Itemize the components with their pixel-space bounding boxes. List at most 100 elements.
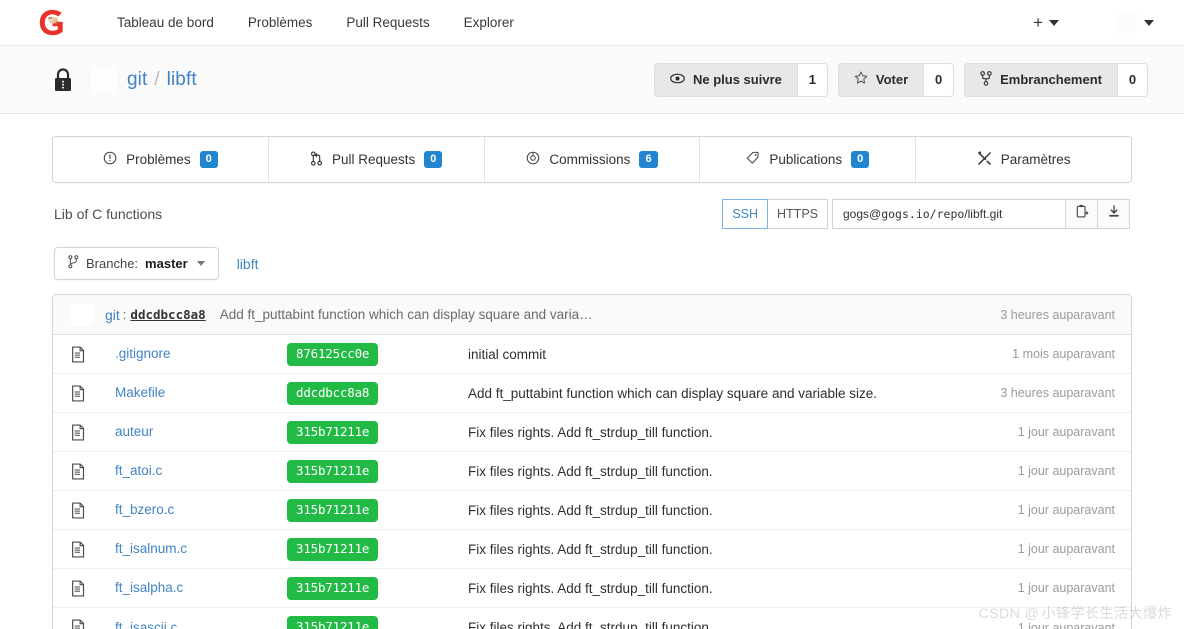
file-sha-cell: ddcdbcc8a8 (287, 381, 468, 405)
file-commit-message: initial commit (468, 346, 547, 362)
file-name-cell: ft_bzero.c (115, 501, 287, 519)
file-icon (71, 579, 115, 597)
file-link[interactable]: .gitignore (115, 346, 171, 361)
commit-sha-badge[interactable]: ddcdbcc8a8 (287, 381, 379, 405)
fork-button[interactable]: Embranchement (965, 63, 1117, 96)
table-row[interactable]: .gitignore 876125cc0e initial commit 1 m… (53, 335, 1131, 374)
repo-owner-link[interactable]: git (127, 69, 147, 91)
nav-link-explore[interactable]: Explorer (447, 0, 531, 46)
table-row[interactable]: ft_isalnum.c 315b71211e Fix files rights… (53, 530, 1131, 569)
nav-link-issues[interactable]: Problèmes (231, 0, 330, 46)
clone-url-input[interactable]: gogs@ gogs.io/repo/libft.git (832, 199, 1066, 229)
file-commit-time: 1 jour auparavant (1017, 542, 1115, 556)
commit-sha-badge[interactable]: 876125cc0e (287, 342, 379, 366)
tab-issues[interactable]: Problèmes 0 (53, 137, 269, 182)
file-link[interactable]: ft_isalnum.c (115, 541, 187, 556)
file-link[interactable]: Makefile (115, 385, 165, 400)
clone-https-button[interactable]: HTTPS (768, 199, 828, 229)
clone-ssh-button[interactable]: SSH (722, 199, 769, 229)
commit-sha-badge[interactable]: 315b71211e (287, 537, 379, 561)
file-link[interactable]: ft_isalpha.c (115, 580, 183, 595)
user-menu[interactable] (1107, 13, 1164, 33)
branch-selector[interactable]: Branche: master (54, 247, 219, 280)
file-link[interactable]: ft_atoi.c (115, 463, 162, 478)
branch-prefix: Branche: (86, 256, 139, 271)
commit-sha-badge[interactable]: 315b71211e (287, 498, 379, 522)
watch-button[interactable]: Ne plus suivre (654, 63, 797, 96)
watch-button-group[interactable]: Ne plus suivre 1 (653, 62, 828, 97)
commit-sha-link[interactable]: ddcdbcc8a8 (130, 307, 205, 322)
file-commit-message: Add ft_puttabint function which can disp… (468, 385, 878, 401)
commit-sha-badge[interactable]: 315b71211e (287, 459, 379, 483)
avatar (71, 303, 93, 326)
file-link[interactable]: ft_isascii.c (115, 620, 177, 629)
repo-name-link[interactable]: libft (167, 69, 197, 91)
table-row[interactable]: ft_atoi.c 315b71211e Fix files rights. A… (53, 452, 1131, 491)
table-row[interactable]: ft_isalpha.c 315b71211e Fix files rights… (53, 569, 1131, 608)
commit-time: 3 heures auparavant (1000, 307, 1115, 322)
fork-button-group[interactable]: Embranchement 0 (964, 62, 1148, 97)
tab-issues-badge: 0 (199, 151, 218, 168)
table-row[interactable]: auteur 315b71211e Fix files rights. Add … (53, 413, 1131, 452)
file-commit-time: 1 jour auparavant (1017, 581, 1115, 595)
branch-row: Branche: master libft (52, 243, 1132, 294)
commit-sha-badge[interactable]: 315b71211e (287, 616, 379, 629)
file-commit-message: Fix files rights. Add ft_strdup_till fun… (468, 424, 713, 440)
file-icon (71, 462, 115, 480)
commit-sha-badge[interactable]: 315b71211e (287, 420, 379, 444)
table-row[interactable]: ft_isascii.c 315b71211e Fix files rights… (53, 608, 1131, 629)
commit-sha-badge[interactable]: 315b71211e (287, 576, 379, 600)
download-button[interactable] (1098, 199, 1130, 229)
owner-avatar (90, 65, 118, 94)
table-row[interactable]: Makefile ddcdbcc8a8 Add ft_puttabint fun… (53, 374, 1131, 413)
clone-url-host: gogs.io/repo (881, 207, 965, 221)
commit-colon: : (122, 307, 127, 322)
file-link[interactable]: auteur (115, 424, 153, 439)
tab-pull-requests[interactable]: Pull Requests 0 (268, 137, 485, 182)
nav-link-dashboard[interactable]: Tableau de bord (100, 0, 231, 46)
tab-commits[interactable]: Commissions 6 (484, 137, 701, 182)
branch-icon (68, 255, 79, 272)
tab-pull-requests-label: Pull Requests (331, 152, 416, 167)
file-name-cell: auteur (115, 423, 287, 441)
commit-author-link[interactable]: git (105, 307, 120, 323)
file-commit-time: 1 mois auparavant (1012, 347, 1115, 361)
repo-actions: Ne plus suivre 1 Voter 0 Embranchement 0 (653, 62, 1148, 97)
tab-settings[interactable]: Paramètres (916, 137, 1131, 182)
repo-tabs: Problèmes 0 Pull Requests 0 Commissions … (52, 136, 1132, 183)
star-button-group[interactable]: Voter 0 (837, 62, 955, 97)
create-new-menu[interactable]: + (1025, 13, 1067, 33)
eye-icon (670, 72, 685, 87)
file-icon (71, 540, 115, 558)
fork-icon (980, 70, 992, 89)
git-pull-request-icon (310, 150, 323, 169)
file-commit-message: Fix files rights. Add ft_strdup_till fun… (468, 502, 713, 518)
clone-url-user: gogs@ (843, 207, 882, 221)
file-icon (71, 423, 115, 441)
file-sha-cell: 315b71211e (287, 420, 468, 444)
file-commit-time: 1 jour auparavant (1017, 503, 1115, 517)
file-name-cell: .gitignore (115, 345, 287, 363)
file-commit-time: 1 jour auparavant (1017, 425, 1115, 439)
clone-url-path: /libft.git (964, 207, 1003, 221)
star-button[interactable]: Voter (838, 63, 924, 96)
breadcrumb[interactable]: libft (237, 256, 259, 272)
file-commit-time: 3 heures auparavant (1000, 386, 1115, 400)
fork-count: 0 (1117, 63, 1147, 96)
nav-link-pull-requests[interactable]: Pull Requests (329, 0, 446, 46)
repo-separator: / (154, 68, 160, 90)
file-commit-time: 1 jour auparavant (1017, 464, 1115, 478)
commit-message: Add ft_puttabint function which can disp… (219, 307, 593, 322)
main-content: Problèmes 0 Pull Requests 0 Commissions … (0, 114, 1184, 629)
tab-releases[interactable]: Publications 0 (700, 137, 917, 182)
top-navbar: Tableau de bord Problèmes Pull Requests … (0, 0, 1184, 46)
tab-commits-label: Commissions (549, 152, 631, 167)
tab-pull-requests-badge: 0 (424, 151, 443, 168)
table-row[interactable]: ft_bzero.c 315b71211e Fix files rights. … (53, 491, 1131, 530)
lock-icon (52, 67, 74, 93)
file-icon (71, 384, 115, 402)
file-link[interactable]: ft_bzero.c (115, 502, 174, 517)
gogs-logo-icon[interactable] (36, 7, 68, 39)
copy-url-button[interactable] (1066, 199, 1098, 229)
file-name-cell: ft_isascii.c (115, 619, 287, 629)
